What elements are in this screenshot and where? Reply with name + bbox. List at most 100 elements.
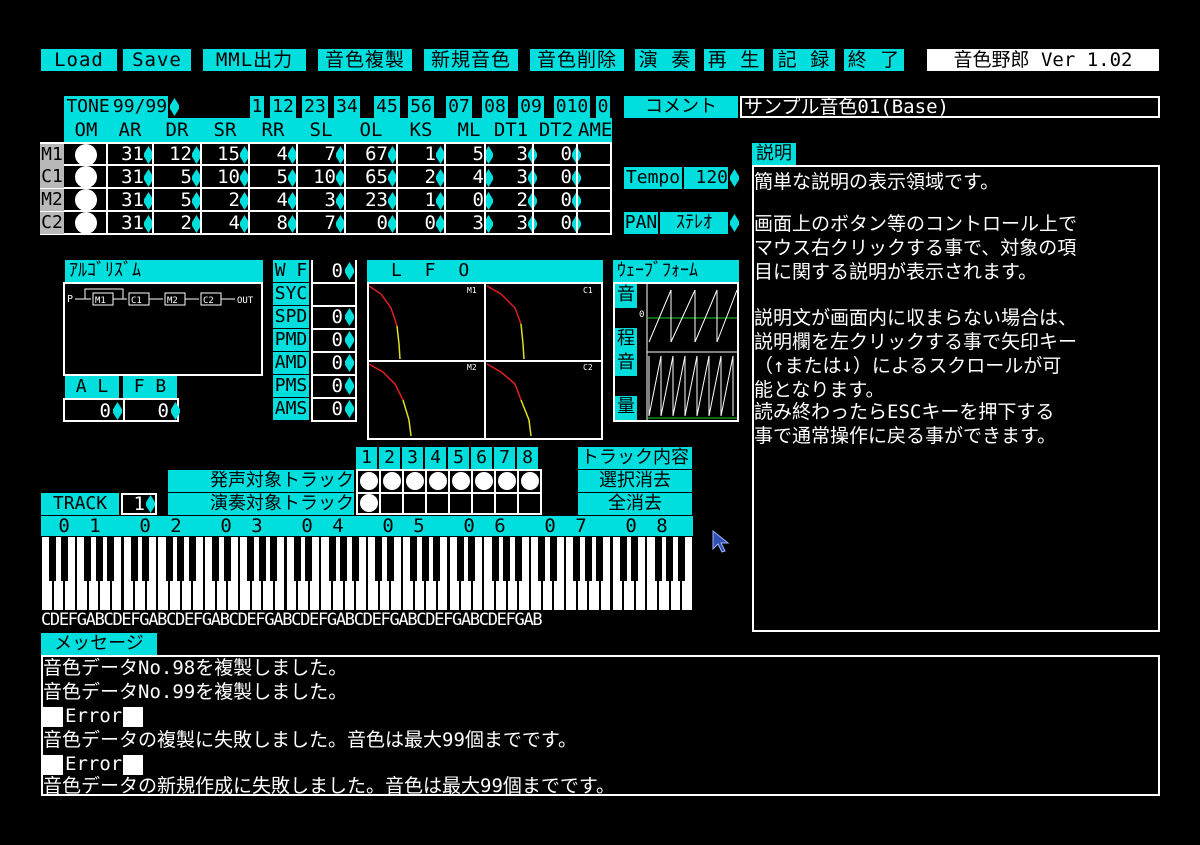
piano-black-key[interactable] (666, 537, 674, 581)
piano-black-key[interactable] (433, 537, 441, 581)
op-value[interactable]: 3 (298, 189, 336, 211)
op-value[interactable]: 2 (154, 212, 192, 234)
piano-black-key[interactable] (549, 537, 557, 581)
piano-black-key[interactable] (351, 537, 359, 581)
piano-white-key[interactable] (577, 537, 588, 610)
piano-white-key[interactable] (589, 537, 599, 610)
op-value[interactable]: 5 (250, 166, 288, 188)
op-value[interactable]: 7 (298, 212, 336, 234)
lfo-param-value[interactable]: 0 (313, 352, 343, 374)
piano-black-key[interactable] (538, 537, 546, 581)
sound-target-toggle[interactable] (406, 472, 424, 490)
op-value[interactable]: 2 (202, 189, 240, 211)
piano-white-key[interactable] (391, 537, 401, 610)
tone-slot[interactable]: 45 (374, 96, 400, 118)
piano-black-key[interactable] (619, 537, 627, 581)
piano-black-key[interactable] (293, 537, 301, 581)
clear-all-button[interactable]: 全消去 (578, 493, 692, 515)
piano-white-key[interactable] (531, 537, 541, 610)
piano-white-key[interactable] (356, 537, 366, 610)
spinner-icon[interactable] (345, 400, 354, 418)
piano-white-key[interactable] (205, 537, 215, 610)
piano-white-key[interactable] (402, 537, 413, 610)
tempo-value[interactable]: 120 (684, 167, 728, 189)
piano-black-key[interactable] (107, 537, 115, 581)
new-tone-button[interactable]: 新規音色 (424, 49, 518, 71)
spinner-icon[interactable] (345, 308, 354, 326)
tone-slot[interactable]: 12 (270, 96, 296, 118)
tempo-spinner-icon[interactable] (730, 169, 739, 187)
op-value[interactable]: 4 (202, 212, 240, 234)
record-button[interactable]: 記 録 (773, 49, 835, 71)
piano-white-key[interactable] (309, 537, 320, 610)
piano-white-key[interactable] (321, 537, 332, 610)
piano-white-key[interactable] (659, 537, 669, 610)
piano-white-key[interactable] (670, 537, 681, 610)
piano-black-key[interactable] (596, 537, 604, 581)
al-value[interactable]: 0 (67, 400, 111, 422)
op-value[interactable]: 5 (154, 189, 192, 211)
piano-black-key[interactable] (514, 537, 522, 581)
piano-white-key[interactable] (496, 537, 506, 610)
tone-slot[interactable]: 0 (596, 96, 610, 118)
piano-black-key[interactable] (188, 537, 196, 581)
op-value[interactable]: 12 (154, 143, 192, 165)
op-value[interactable]: 4 (446, 166, 484, 188)
piano-white-key[interactable] (507, 537, 518, 610)
op-value[interactable]: 15 (202, 143, 240, 165)
clear-selection-button[interactable]: 選択消去 (578, 470, 692, 492)
operator-mask-toggle[interactable] (75, 189, 97, 211)
piano-black-key[interactable] (410, 537, 418, 581)
piano-white-key[interactable] (146, 537, 157, 610)
piano-white-key[interactable] (565, 537, 576, 610)
delete-tone-button[interactable]: 音色削除 (530, 49, 624, 71)
lfo-param-value[interactable]: 0 (313, 260, 343, 282)
algorithm-diagram[interactable]: P M1 C1 M2 C2 OUT (63, 282, 263, 376)
op-value[interactable]: 67 (346, 143, 388, 165)
piano-white-key[interactable] (426, 537, 436, 610)
piano-black-key[interactable] (49, 537, 57, 581)
play-button[interactable]: 演 奏 (635, 49, 695, 71)
piano-white-key[interactable] (100, 537, 110, 610)
piano-white-key[interactable] (368, 537, 378, 610)
piano-white-key[interactable] (333, 537, 343, 610)
lfo-param-value[interactable]: 0 (313, 306, 343, 328)
piano-black-key[interactable] (677, 537, 685, 581)
exit-button[interactable]: 終 了 (844, 49, 904, 71)
piano-black-key[interactable] (223, 537, 231, 581)
tone-slot[interactable]: 23 (302, 96, 328, 118)
op-value[interactable]: 0 (534, 143, 572, 165)
piano-white-key[interactable] (135, 537, 145, 610)
lfo-param-value[interactable]: 0 (313, 398, 343, 420)
pan-spinner-icon[interactable] (730, 214, 739, 232)
tone-slot[interactable]: 010 (554, 96, 590, 118)
sound-target-toggle[interactable] (498, 472, 516, 490)
piano-white-key[interactable] (484, 537, 495, 610)
piano-white-key[interactable] (263, 537, 273, 610)
message-panel[interactable]: 音色データNo.98を複製しました。 音色データNo.99を複製しました。 Er… (41, 655, 1160, 797)
piano-black-key[interactable] (375, 537, 383, 581)
piano-black-key[interactable] (328, 537, 336, 581)
tone-slot[interactable]: 56 (408, 96, 434, 118)
op-value[interactable]: 0 (534, 212, 572, 234)
piano-white-key[interactable] (251, 537, 262, 610)
piano-black-key[interactable] (421, 537, 429, 581)
piano-black-key[interactable] (468, 537, 476, 581)
spinner-icon[interactable] (345, 354, 354, 372)
save-button[interactable]: Save (123, 49, 191, 71)
piano-white-key[interactable] (274, 537, 285, 610)
piano-white-key[interactable] (612, 537, 623, 610)
description-panel[interactable]: 簡単な説明の表示領域です。 画面上のボタン等のコントロール上で マウス右クリック… (752, 165, 1160, 632)
piano-black-key[interactable] (247, 537, 255, 581)
op-value[interactable]: 31 (108, 212, 144, 234)
tone-slot[interactable]: 1 (250, 96, 264, 118)
spinner-icon[interactable] (345, 377, 354, 395)
op-value[interactable]: 10 (298, 166, 336, 188)
sound-target-toggle[interactable] (521, 472, 539, 490)
piano-white-key[interactable] (635, 537, 646, 610)
piano-white-key[interactable] (76, 537, 87, 610)
al-spinner-icon[interactable] (113, 402, 122, 420)
piano-black-key[interactable] (165, 537, 173, 581)
piano-white-key[interactable] (181, 537, 192, 610)
fb-value[interactable]: 0 (125, 400, 169, 422)
